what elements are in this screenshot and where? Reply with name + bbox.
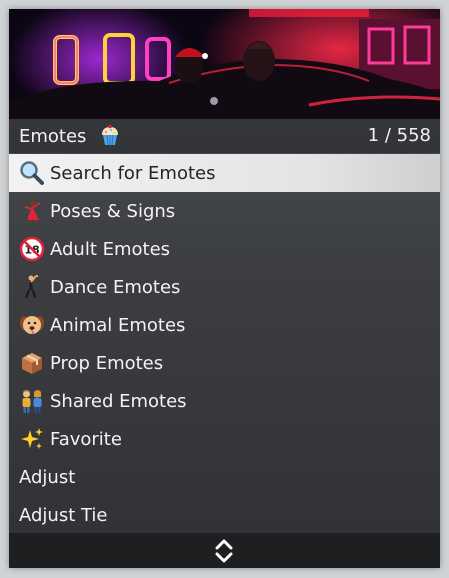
menu-item-label: Adjust	[19, 467, 76, 488]
menu-item-label: Search for Emotes	[50, 163, 216, 184]
menu-item-label: Dance Emotes	[50, 277, 181, 298]
menu-item-label: Favorite	[50, 429, 122, 450]
no-under-18-icon: 18	[19, 236, 45, 262]
menu-item-search-emotes[interactable]: Search for Emotes	[9, 154, 440, 192]
menu-item-counter: 1 / 558	[367, 125, 431, 146]
menu-item-adjust-tie[interactable]: Adjust Tie	[9, 496, 440, 534]
menu-item-label: Adjust Tie	[19, 505, 108, 526]
menu-item-label: Prop Emotes	[50, 353, 164, 374]
menu-item-animal-emotes[interactable]: Animal Emotes	[9, 306, 440, 344]
menu-items-list: Search for Emotes Poses & Signs 18 Adult…	[9, 154, 440, 534]
menu-item-favorite[interactable]: Favorite	[9, 420, 440, 458]
menu-title: Emotes	[19, 126, 87, 147]
dog-face-icon	[20, 316, 44, 334]
menu-item-label: Adult Emotes	[50, 239, 171, 260]
menu-banner-image	[9, 9, 440, 119]
magnifier-icon	[20, 161, 44, 185]
cupcake-icon	[102, 124, 118, 146]
menu-item-label: Shared Emotes	[50, 391, 187, 412]
menu-item-poses-signs[interactable]: Poses & Signs	[9, 192, 440, 230]
man-dancing-icon	[24, 275, 38, 299]
menu-item-prop-emotes[interactable]: Prop Emotes	[9, 344, 440, 382]
emote-menu: Emotes 1 / 558 Search for Emotes Poses &…	[9, 9, 440, 568]
dancer-icon	[24, 200, 41, 224]
menu-item-label: Animal Emotes	[50, 315, 186, 336]
menu-item-label: Poses & Signs	[50, 201, 176, 222]
menu-subheader: Emotes 1 / 558	[9, 119, 440, 153]
package-icon	[22, 353, 42, 374]
menu-footer	[9, 533, 440, 568]
menu-item-shared-emotes[interactable]: Shared Emotes	[9, 382, 440, 420]
menu-item-adjust[interactable]: Adjust	[9, 458, 440, 496]
menu-item-adult-emotes[interactable]: 18 Adult Emotes	[9, 230, 440, 268]
couple-icon	[22, 390, 42, 413]
up-down-arrows-icon[interactable]	[213, 537, 235, 565]
sparkles-icon	[21, 428, 43, 449]
menu-item-dance-emotes[interactable]: Dance Emotes	[9, 268, 440, 306]
